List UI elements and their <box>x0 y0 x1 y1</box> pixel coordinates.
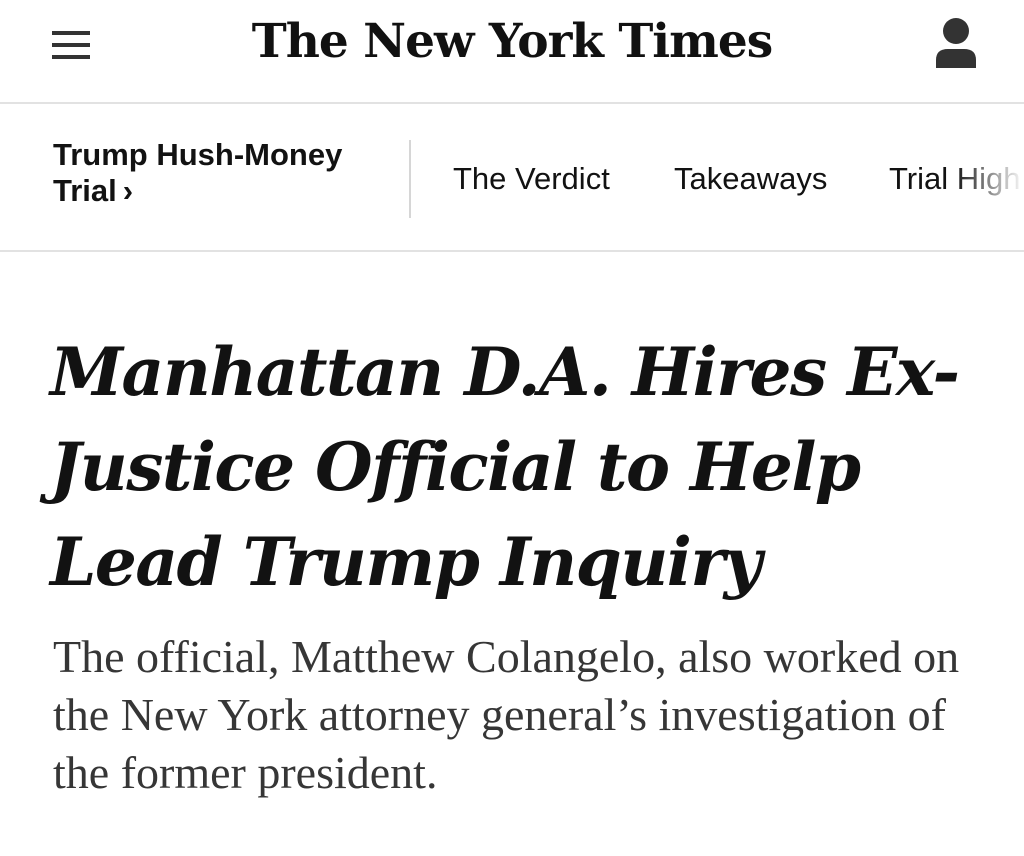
hamburger-menu-icon[interactable] <box>52 31 90 59</box>
section-title-link[interactable]: Trump Hush-Money Trial › <box>53 137 393 209</box>
nav-link-the-verdict[interactable]: The Verdict <box>453 161 610 197</box>
menu-bar <box>52 31 90 35</box>
menu-bar <box>52 55 90 59</box>
nav-link-takeaways[interactable]: Takeaways <box>674 161 827 197</box>
section-title-line1: Trump Hush-Money <box>53 137 343 172</box>
section-nav: Trump Hush-Money Trial › The Verdict Take… <box>0 104 1024 252</box>
nav-divider <box>409 140 411 218</box>
chevron-right-icon: › <box>122 173 134 208</box>
user-account-icon[interactable] <box>934 16 978 70</box>
masthead: The New York Times <box>0 0 1024 104</box>
article-summary: The official, Matthew Colangelo, also wo… <box>53 631 960 798</box>
nav-link-trial-highlights[interactable]: Trial High <box>889 161 1021 197</box>
menu-bar <box>52 43 90 47</box>
nyt-logo[interactable]: The New York Times <box>0 10 1024 74</box>
article-headline: Manhattan D.A. Hires Ex-Justice Official… <box>50 333 960 601</box>
section-title-line2: Trial <box>53 173 117 208</box>
